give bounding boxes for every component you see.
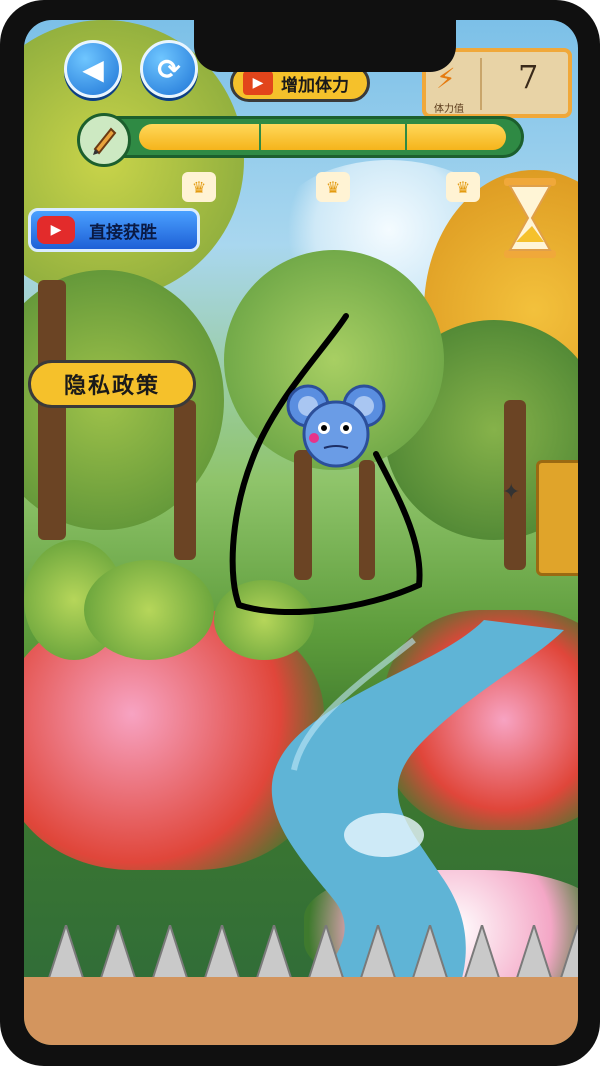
spike-row [48,925,578,981]
mouse-character[interactable] [286,382,386,472]
back-arrow-icon: ◀ [82,52,104,86]
bee-icon: ✦ [502,480,521,505]
film-icon: ▶ [243,71,273,95]
crown-icon: ♛ [446,172,480,202]
spike-icon [48,925,578,981]
video-play-icon: ▶ [37,216,75,244]
direct-win-button[interactable]: ▶ 直接获胜 [28,208,200,252]
privacy-policy-button[interactable]: 隐私政策 [28,360,196,408]
beehive-icon [536,460,578,576]
privacy-label: 隐私政策 [63,374,160,399]
energy-caption: 体力值 [434,104,464,115]
drawn-line [229,313,423,615]
pencil-icon [77,113,131,167]
restart-button[interactable]: ⟳ [140,40,198,98]
restart-icon: ⟳ [157,52,181,86]
game-screen[interactable]: ✦ ◀ ⟳ ▶ 增加体力 ⚡ 体力值 7 ♛ ♛ ♛ ▶ 直接获胜 隐私政策 [24,20,578,1045]
ink-progress-bar [77,113,524,167]
energy-count: 7 [518,58,539,96]
phone-frame: ✦ ◀ ⟳ ▶ 增加体力 ⚡ 体力值 7 ♛ ♛ ♛ ▶ 直接获胜 隐私政策 [0,0,600,1066]
crown-icon: ♛ [182,172,216,202]
add-energy-label: 增加体力 [281,75,349,96]
bar-separator [405,124,407,150]
back-button[interactable]: ◀ [64,40,122,98]
ground-floor [24,977,578,1045]
direct-win-label: 直接获胜 [89,222,157,243]
ink-progress-fill [139,124,506,150]
divider [480,58,482,110]
crown-icon: ♛ [316,172,350,202]
bar-separator [259,124,261,150]
phone-notch [194,20,456,72]
hourglass-icon [504,178,556,258]
